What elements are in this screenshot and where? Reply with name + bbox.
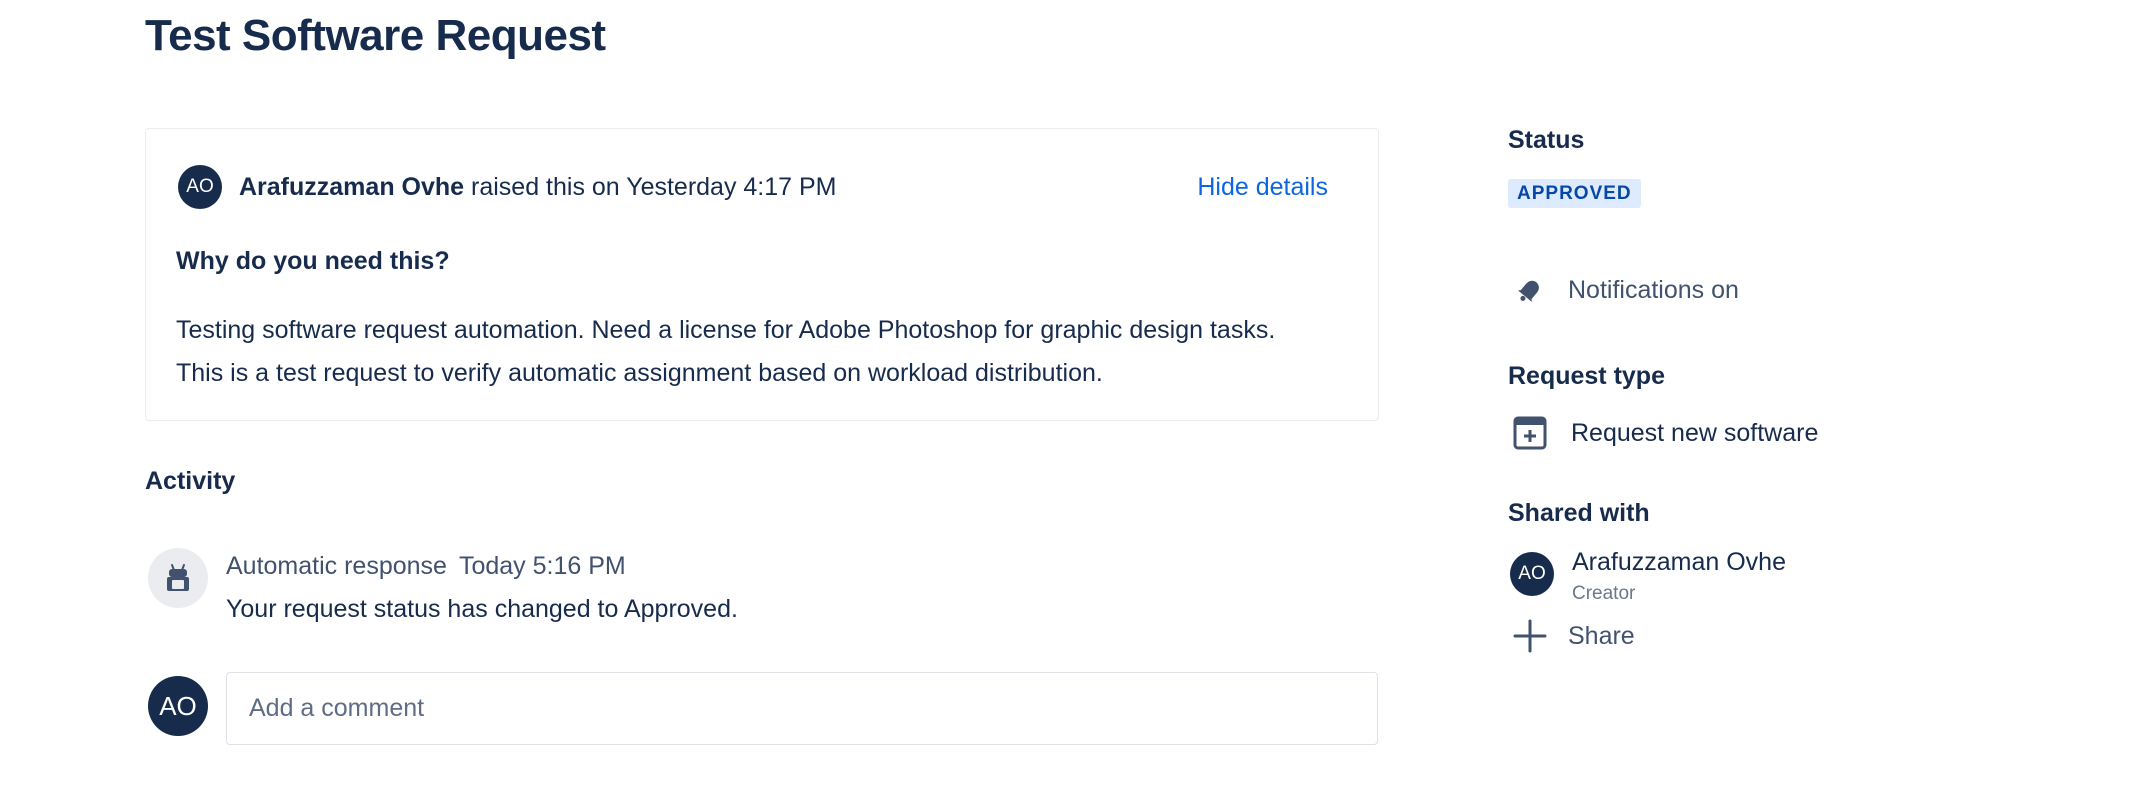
raised-text: raised this on Yesterday 4:17 PM (464, 172, 837, 201)
request-type-value: Request new software (1571, 418, 1819, 447)
bot-avatar (148, 548, 208, 608)
hide-details-link[interactable]: Hide details (1197, 173, 1328, 202)
answer-line: This is a test request to verify automat… (176, 359, 1103, 387)
avatar[interactable]: AO (178, 165, 222, 209)
shared-user-role: Creator (1572, 583, 1636, 604)
activity-timestamp[interactable]: Today 5:16 PM (459, 552, 626, 580)
reporter-name[interactable]: Arafuzzaman Ovhe (239, 173, 464, 201)
activity-body: Your request status has changed to Appro… (226, 595, 738, 623)
status-badge: APPROVED (1508, 179, 1641, 208)
shared-user: AO Arafuzzaman Ovhe Creator (1510, 548, 1786, 605)
page-title: Test Software Request (145, 11, 606, 60)
answer-line: Testing software request automation. Nee… (176, 316, 1276, 344)
activity-heading: Activity (145, 467, 236, 495)
robot-icon (167, 564, 189, 591)
question-answer: Testing software request automation. Nee… (176, 309, 1356, 395)
notifications-label: Notifications on (1568, 275, 1739, 304)
status-label: Status (1508, 126, 1585, 154)
activity-meta: Automatic response Today 5:16 PM (226, 552, 626, 581)
request-type-icon (1508, 411, 1552, 455)
request-details-card: AO Arafuzzaman Ovhe raised this on Yeste… (145, 128, 1379, 421)
shared-user-info: Arafuzzaman Ovhe Creator (1572, 548, 1786, 605)
reporter-summary: Arafuzzaman Ovhe raised this on Yesterda… (239, 173, 837, 202)
shared-with-label: Shared with (1508, 499, 1650, 527)
notifications-toggle[interactable]: Notifications on (1508, 268, 1739, 312)
request-type: Request new software (1508, 411, 1818, 455)
bell-icon (1508, 268, 1552, 312)
reporter-row: AO Arafuzzaman Ovhe raised this on Yeste… (178, 165, 1328, 209)
share-button[interactable]: Share (1508, 614, 1635, 658)
activity-item: Automatic response Today 5:16 PM Your req… (148, 548, 1378, 638)
question-label: Why do you need this? (176, 247, 450, 275)
shared-user-name: Arafuzzaman Ovhe (1572, 548, 1786, 576)
activity-author: Automatic response (226, 552, 447, 580)
comment-input[interactable] (226, 672, 1378, 745)
comment-row: AO (148, 672, 1379, 746)
request-type-label: Request type (1508, 362, 1665, 390)
plus-icon (1508, 614, 1552, 658)
share-label: Share (1568, 621, 1635, 650)
avatar[interactable]: AO (1510, 552, 1554, 596)
avatar: AO (148, 676, 208, 736)
